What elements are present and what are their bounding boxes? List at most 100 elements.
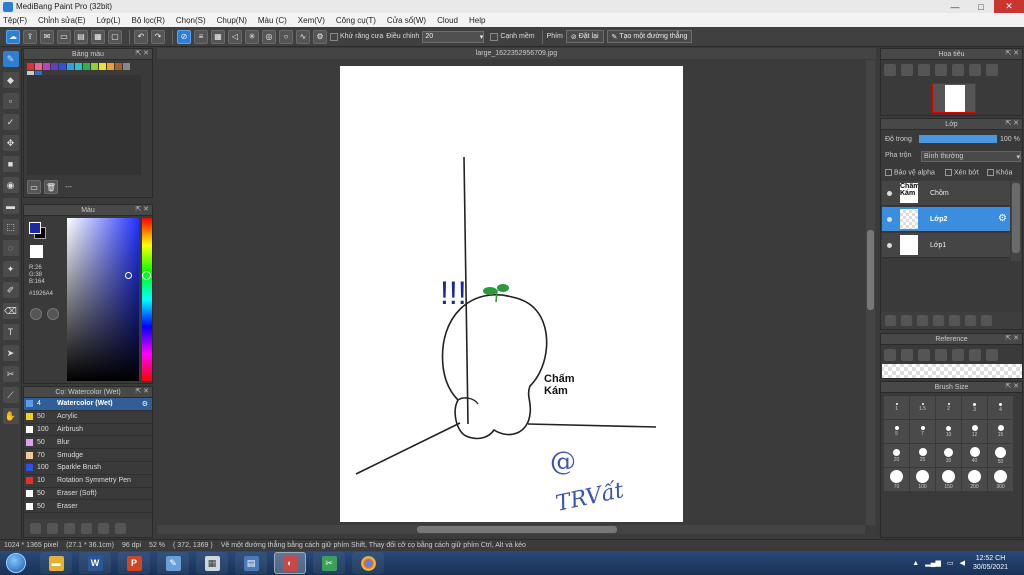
swatch[interactable] [107, 63, 114, 70]
menu-window[interactable]: Cửa sổ(W) [387, 16, 426, 25]
swatch[interactable] [51, 63, 58, 70]
new-layer-icon[interactable] [885, 315, 896, 326]
eyedropper-icon[interactable] [986, 349, 998, 361]
brush-item[interactable]: 50 Eraser (Soft) [24, 488, 152, 501]
new-8bit-layer-icon[interactable] [917, 315, 928, 326]
swatch[interactable] [91, 63, 98, 70]
fit-icon[interactable] [918, 64, 930, 76]
delete-palette-icon[interactable]: 🗑 [44, 180, 58, 194]
tray-arrow-icon[interactable]: ▲ [912, 560, 919, 567]
color-wheel-icon[interactable] [30, 308, 42, 320]
brush-settings-icon[interactable] [30, 522, 41, 534]
minimize-button[interactable]: — [942, 0, 968, 13]
move-tool-icon[interactable]: ✥ [2, 135, 19, 151]
taskbar-explorer[interactable]: ▬ [40, 552, 72, 574]
vertical-scroll-thumb[interactable] [867, 230, 874, 310]
text-tool-icon[interactable]: T [2, 324, 19, 340]
swatch[interactable] [35, 63, 42, 70]
swatch[interactable] [99, 63, 106, 70]
clock[interactable]: 12:52 CH 30/05/2021 [973, 554, 1008, 572]
reset-button[interactable]: ⊘ Đặt lại [565, 30, 604, 43]
taskbar-chrome[interactable] [352, 552, 384, 574]
brush-size-option[interactable]: 200 [962, 468, 987, 491]
clipping-checkbox[interactable] [945, 169, 952, 176]
radial-snap-icon[interactable]: ✳ [245, 29, 259, 44]
maximize-button[interactable]: □ [968, 0, 994, 13]
volume-icon[interactable]: ◀ [960, 559, 965, 567]
layer-item[interactable]: Chấm Kám Chồm [882, 181, 1010, 206]
brush-size-option[interactable]: 150 [936, 468, 961, 491]
remove-icon[interactable] [918, 349, 930, 361]
swatch[interactable] [115, 63, 122, 70]
close-icon[interactable]: ⇱ ✕ [135, 205, 149, 213]
brush-file-icon[interactable] [81, 522, 92, 534]
brush-size-option[interactable]: 70 [884, 468, 909, 491]
select-eraser-icon[interactable]: ⌫ [2, 303, 19, 319]
create-line-button[interactable]: ✎ Tạo một đường thẳng [606, 30, 693, 43]
layer-scroll-thumb[interactable] [1012, 183, 1020, 253]
menu-color[interactable]: Màu (C) [258, 16, 287, 25]
brush-tool-icon[interactable]: ✎ [2, 51, 19, 67]
divide-tool-icon[interactable]: ✂ [2, 366, 19, 382]
brush-item[interactable]: 50 Eraser [24, 500, 152, 514]
sv-cursor[interactable] [125, 272, 132, 279]
swatch[interactable] [27, 63, 34, 70]
horizontal-scroll-thumb[interactable] [417, 526, 617, 533]
shape-tool-icon[interactable]: ■ [2, 156, 19, 172]
brush-size-option[interactable]: 1 [884, 396, 909, 419]
signal-icon[interactable]: ▂▄▆ [925, 559, 941, 567]
foreground-color-swatch[interactable] [29, 222, 41, 234]
brush-item[interactable]: 10 Rotation Symmetry Pen [24, 475, 152, 488]
select-pen-icon[interactable]: ✐ [2, 282, 19, 298]
gear-icon[interactable]: ⚙ [998, 213, 1007, 224]
horizontal-scrollbar[interactable] [157, 525, 865, 534]
brush-item[interactable]: 100 Airbrush [24, 424, 152, 437]
vertical-scrollbar[interactable] [866, 60, 875, 525]
brush-size-option[interactable]: 50 [988, 444, 1013, 467]
new-halftone-layer-icon[interactable] [901, 315, 912, 326]
rotate-right-icon[interactable] [986, 64, 998, 76]
redo-icon[interactable]: ↷ [151, 29, 165, 44]
close-icon[interactable]: ⇱ ✕ [135, 387, 149, 395]
lock-checkbox[interactable] [987, 169, 994, 176]
brush-item[interactable]: 50 Acrylic [24, 411, 152, 424]
eyedropper-icon[interactable]: ⟋ [2, 387, 19, 403]
visibility-icon[interactable] [887, 190, 892, 196]
canvas-tab[interactable]: large_1622352956709.jpg [157, 48, 876, 59]
menu-file[interactable]: Tệp(F) [3, 16, 27, 25]
menu-layer[interactable]: Lớp(L) [97, 16, 121, 25]
brush-item[interactable]: 100 Sparkle Brush [24, 462, 152, 475]
open-folder-icon[interactable] [901, 349, 913, 361]
hand-tool-icon[interactable]: ✋ [2, 408, 19, 424]
swatch[interactable] [123, 63, 130, 70]
start-button[interactable] [6, 553, 26, 573]
brush-size-option[interactable]: 20 [884, 444, 909, 467]
protect-alpha-checkbox[interactable] [885, 169, 892, 176]
brush-item[interactable]: 50 Blur [24, 436, 152, 450]
brush-size-option[interactable]: 7 [910, 420, 935, 443]
brush-size-option[interactable]: 3 [962, 396, 987, 419]
brush-item[interactable]: 70 Smudge [24, 449, 152, 462]
taskbar-paint[interactable]: ✎ [157, 552, 189, 574]
gradient-tool-icon[interactable]: ▬ [2, 198, 19, 214]
menu-help[interactable]: Help [469, 16, 485, 25]
menu-edit[interactable]: Chỉnh sửa(E) [38, 16, 86, 25]
swatch[interactable] [59, 63, 66, 70]
visibility-icon[interactable] [887, 242, 892, 248]
brush-size-option[interactable]: 300 [988, 468, 1013, 491]
swatch[interactable] [67, 63, 74, 70]
operation-tool-icon[interactable]: ➤ [2, 345, 19, 361]
taskbar-powerpoint[interactable]: P [118, 552, 150, 574]
menu-snap[interactable]: Chụp(N) [217, 16, 247, 25]
soft-edge-checkbox[interactable] [490, 32, 499, 41]
select-tool-icon[interactable]: ⬚ [2, 219, 19, 235]
zoom-in-icon[interactable] [935, 349, 947, 361]
battery-icon[interactable]: ▭ [947, 559, 954, 567]
lock-option[interactable]: Khóa [987, 169, 1012, 176]
color-picker-icon[interactable] [47, 308, 59, 320]
saturation-value-picker[interactable] [67, 218, 139, 381]
hue-slider[interactable] [142, 218, 152, 381]
duplicate-layer-icon[interactable] [965, 315, 976, 326]
zoom-out-icon[interactable] [969, 349, 981, 361]
snap-settings-icon[interactable]: ⚙ [313, 29, 327, 44]
